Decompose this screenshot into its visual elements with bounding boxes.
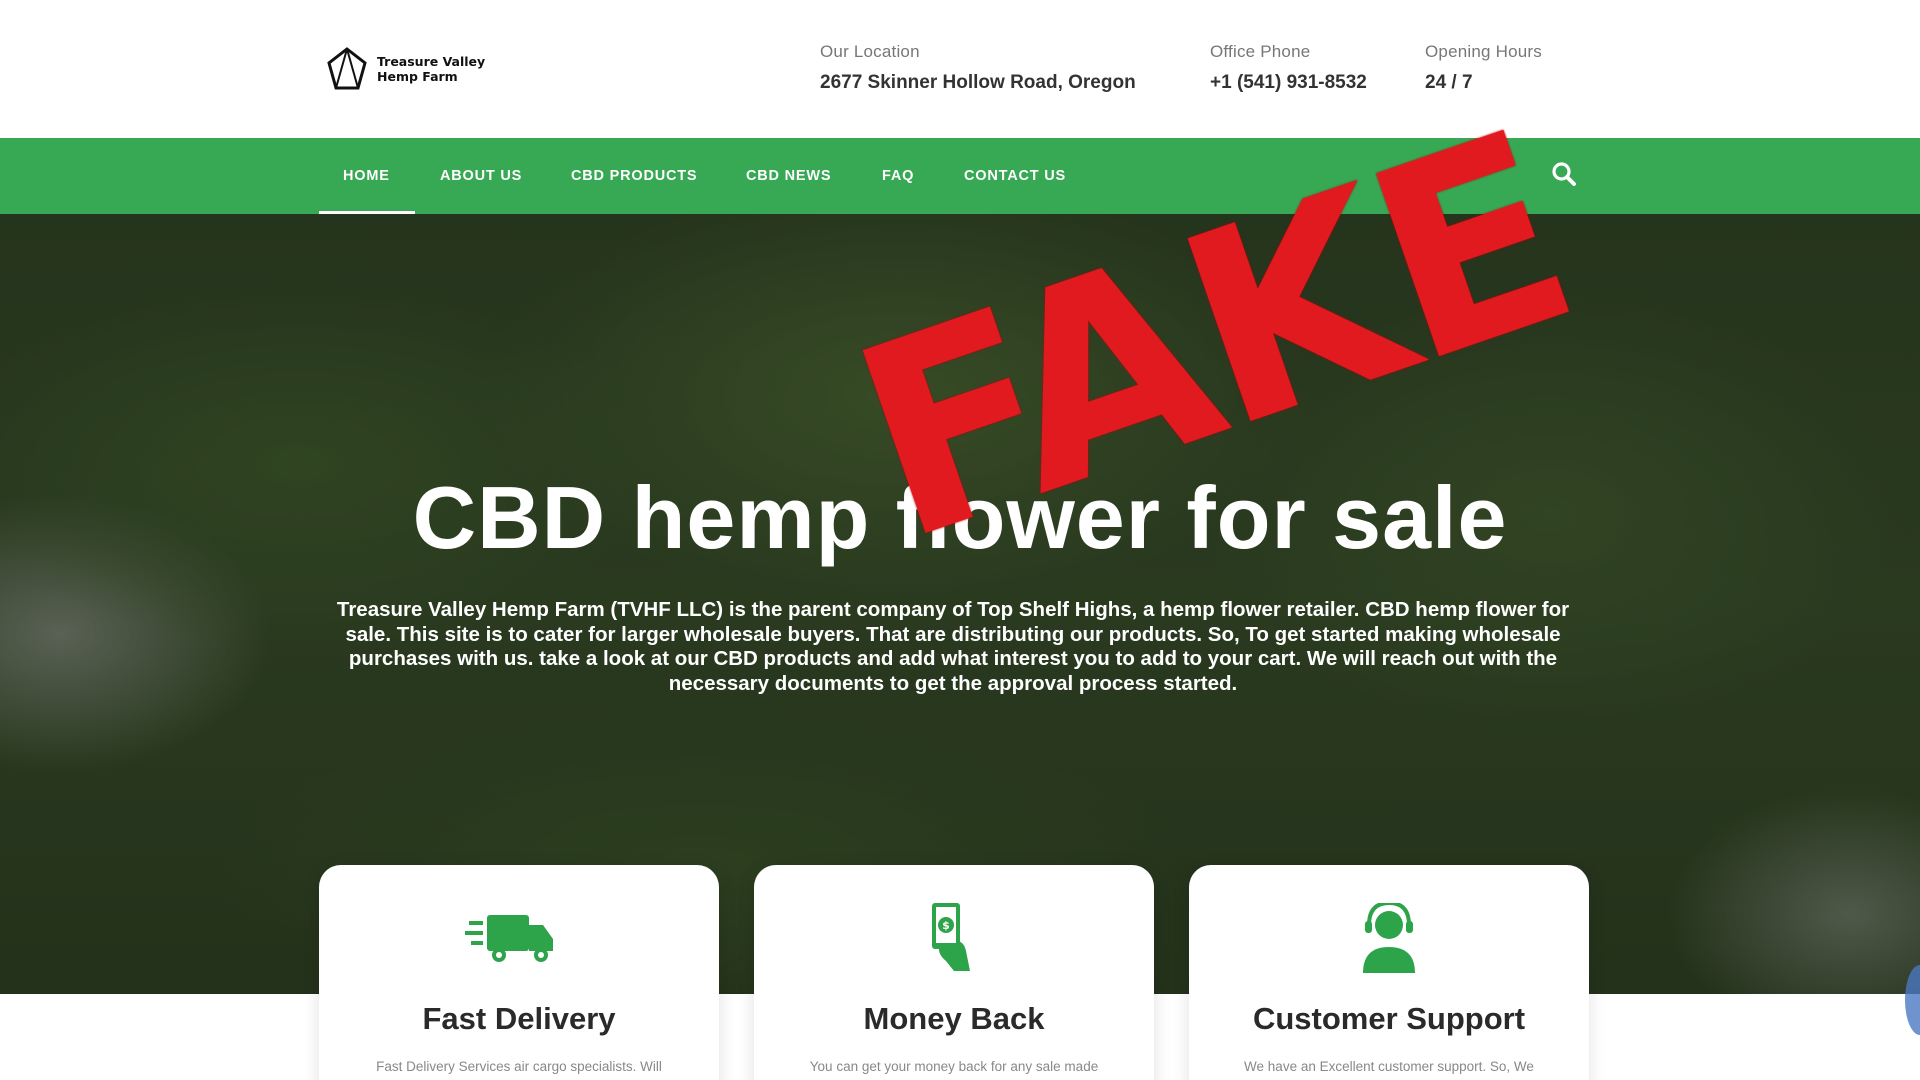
- phone-value[interactable]: +1 (541) 931-8532: [1210, 72, 1367, 94]
- location-info: Our Location 2677 Skinner Hollow Road, O…: [820, 42, 1136, 94]
- nav-item-faq[interactable]: FAQ: [882, 138, 914, 214]
- feature-text: Fast Delivery Services air cargo special…: [376, 1059, 662, 1074]
- search-icon[interactable]: [1550, 160, 1578, 188]
- feature-title: Customer Support: [1252, 1001, 1526, 1036]
- nav-item-contact-us[interactable]: CONTACT US: [964, 138, 1066, 214]
- logo-text: Treasure Valley Hemp Farm: [377, 54, 486, 84]
- logo-icon: [327, 47, 367, 90]
- hero-description: Treasure Valley Hemp Farm (TVHF LLC) is …: [336, 598, 1570, 695]
- feature-title: Money Back: [863, 1001, 1045, 1036]
- feature-card-money-back[interactable]: $ Money Back You can get your money back…: [754, 865, 1154, 1080]
- feature-title: Fast Delivery: [422, 1001, 616, 1036]
- phone-label: Office Phone: [1210, 42, 1311, 61]
- top-header: Treasure Valley Hemp Farm Our Location 2…: [0, 0, 1920, 138]
- nav-item-home[interactable]: HOME: [319, 138, 415, 214]
- feature-text: You can get your money back for any sale…: [809, 1059, 1099, 1074]
- location-value: 2677 Skinner Hollow Road, Oregon: [820, 72, 1136, 93]
- money-hand-icon: $: [932, 903, 970, 971]
- nav-item-cbd-products[interactable]: CBD PRODUCTS: [571, 138, 697, 214]
- nav-item-cbd-news[interactable]: CBD NEWS: [746, 138, 831, 214]
- phone-info: Office Phone +1 (541) 931-8532: [1210, 42, 1367, 94]
- feature-card-customer-support[interactable]: Customer Support We have an Excellent cu…: [1189, 865, 1589, 1080]
- svg-text:$: $: [942, 919, 950, 932]
- feature-card-fast-delivery[interactable]: Fast Delivery Fast Delivery Services air…: [319, 865, 719, 1080]
- location-label: Our Location: [820, 42, 920, 61]
- nav-item-about-us[interactable]: ABOUT US: [440, 138, 522, 214]
- feature-text: We have an Excellent customer support. S…: [1244, 1059, 1534, 1074]
- headset-icon: [1363, 903, 1415, 973]
- hours-label: Opening Hours: [1425, 42, 1542, 61]
- main-nav: HOME ABOUT US CBD PRODUCTS CBD NEWS FAQ …: [0, 138, 1920, 214]
- site-logo[interactable]: Treasure Valley Hemp Farm: [325, 46, 487, 92]
- truck-icon: [465, 915, 553, 962]
